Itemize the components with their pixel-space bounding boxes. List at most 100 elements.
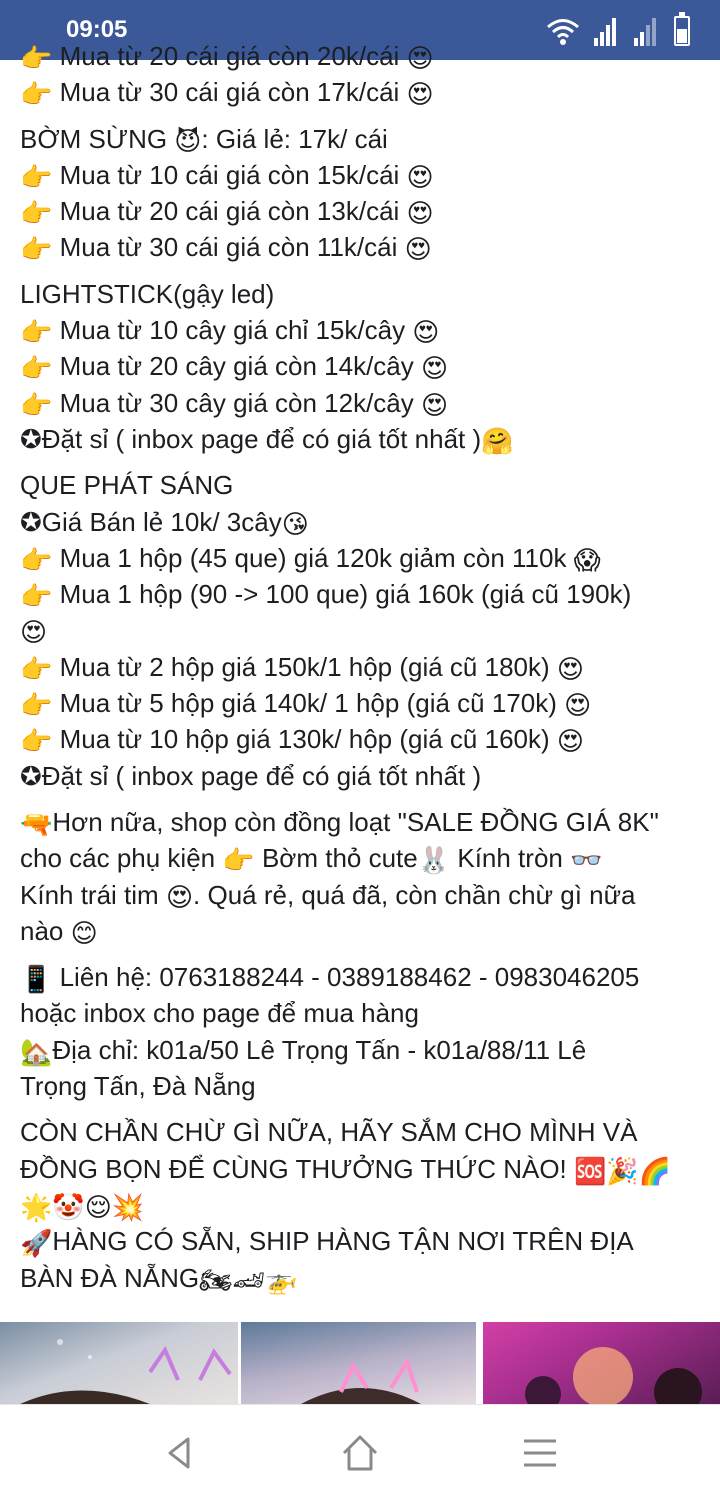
emoji-icon: 😍: [564, 690, 592, 721]
post-paragraph: 👉 Mua từ 20 cái giá còn 20k/cái 😍 👉 Mua t…: [20, 38, 710, 111]
post-line: BỜM SỪNG 😈: Giá lẻ: 17k/ cái: [20, 121, 710, 157]
emoji-icon: 👉: [20, 161, 53, 192]
cat-ears-headband-image: [20, 1339, 232, 1404]
post-line: 👉 Mua từ 30 cái giá còn 17k/cái 😍: [20, 74, 710, 110]
emoji-icon: 😍: [406, 198, 434, 229]
post-text-segment: Mua từ 30 cây giá còn 12k/cây: [52, 387, 421, 418]
post-line: 👉 Mua từ 20 cây giá còn 14k/cây 😍: [20, 348, 710, 384]
post-line: 🏡Địa chỉ: k01a/50 Lê Trọng Tấn - k01a/88…: [20, 1032, 710, 1068]
post-line: nào 😊: [20, 913, 710, 949]
post-text-segment: hoặc inbox cho page để mua hàng: [20, 998, 419, 1029]
photo-thumbnail[interactable]: [241, 1322, 476, 1404]
post-paragraph: 📱 Liên hệ: 0763188244 - 0389188462 - 098…: [20, 959, 710, 1104]
emoji-icon: 🏎: [232, 1264, 266, 1295]
post-paragraph: 🔫Hơn nữa, shop còn đồng loạt "SALE ĐỒNG …: [20, 804, 710, 949]
post-line: ✪Đặt sỉ ( inbox page để có giá tốt nhất …: [20, 758, 710, 794]
emoji-icon: 🌟: [20, 1191, 53, 1222]
emoji-icon: 🏍: [199, 1264, 233, 1295]
post-text-segment: HÀNG CÓ SẴN, SHIP HÀNG TẬN NƠI TRÊN ĐỊA: [52, 1226, 634, 1257]
emoji-icon: 👉: [20, 317, 53, 348]
post-paragraph: BỜM SỪNG 😈: Giá lẻ: 17k/ cái 👉 Mua từ 10 …: [20, 121, 710, 266]
post-line: 👉 Mua từ 10 hộp giá 130k/ hộp (giá cũ 16…: [20, 721, 710, 757]
post-paragraph: LIGHTSTICK(gậy led) 👉 Mua từ 10 cây giá c…: [20, 276, 710, 457]
post-line: 🌟🤡😌💥: [20, 1187, 710, 1223]
emoji-icon: 😌: [84, 1191, 112, 1222]
post-line: hoặc inbox cho page để mua hàng: [20, 995, 710, 1031]
emoji-icon: 😍: [20, 617, 48, 648]
emoji-icon: 👉: [20, 581, 53, 612]
emoji-icon: 😈: [174, 125, 202, 156]
post-line: 👉 Mua 1 hộp (45 que) giá 120k giảm còn 1…: [20, 540, 710, 576]
emoji-icon: 😘: [281, 508, 309, 539]
emoji-icon: 😍: [406, 43, 434, 73]
post-text-segment: Mua từ 20 cái giá còn 20k/cái: [52, 41, 407, 71]
post-line: 😍: [20, 612, 710, 648]
emoji-icon: 🔫: [20, 808, 53, 839]
post-text-segment: Kính tròn: [450, 843, 571, 874]
post-line: 👉 Mua 1 hộp (90 -> 100 que) giá 160k (gi…: [20, 576, 710, 612]
android-nav-bar: [0, 1404, 720, 1501]
emoji-icon: 👉: [222, 845, 255, 876]
post-line: 🔫Hơn nữa, shop còn đồng loạt "SALE ĐỒNG …: [20, 804, 710, 840]
emoji-icon: 👉: [20, 389, 53, 420]
post-line: CÒN CHẦN CHỪ GÌ NỮA, HÃY SẮM CHO MÌNH VÀ: [20, 1114, 710, 1150]
post-text-segment: Mua 1 hộp (90 -> 100 que) giá 160k (giá …: [52, 579, 632, 610]
post-text-segment: Mua từ 10 cây giá chỉ 15k/cây: [52, 315, 413, 346]
post-line: 🚀HÀNG CÓ SẴN, SHIP HÀNG TẬN NƠI TRÊN ĐỊA: [20, 1223, 710, 1259]
post-text-segment: CÒN CHẦN CHỪ GÌ NỮA, HÃY SẮM CHO MÌNH VÀ: [20, 1117, 638, 1148]
emoji-icon: 🌈: [638, 1155, 672, 1186]
post-line: 👉 Mua từ 10 cái giá còn 15k/cái 😍: [20, 157, 710, 193]
post-text-segment: . Quá rẻ, quá đã, còn chần chừ gì nữa: [193, 879, 636, 910]
emoji-icon: 👉: [20, 544, 53, 575]
post-text-segment: nào: [20, 915, 71, 946]
post-line: QUE PHÁT SÁNG: [20, 467, 710, 503]
menu-icon[interactable]: [518, 1431, 562, 1475]
post-text-segment: Mua từ 10 cái giá còn 15k/cái: [52, 159, 407, 190]
emoji-icon: 📱: [20, 964, 53, 995]
emoji-icon: 👉: [20, 653, 53, 684]
post-line: Trọng Tấn, Đà Nẵng: [20, 1068, 710, 1104]
post-text-segment: QUE PHÁT SÁNG: [20, 470, 234, 501]
post-text-segment: Mua từ 20 cái giá còn 13k/cái: [52, 196, 407, 227]
emoji-icon: 👉: [20, 198, 53, 229]
post-text-segment: Liên hệ: 0763188244 - 0389188462 - 09830…: [52, 962, 640, 993]
emoji-icon: 😱: [573, 544, 601, 575]
emoji-icon: 😍: [420, 353, 449, 384]
post-text-segment: Mua từ 30 cái giá còn 17k/cái: [52, 77, 407, 108]
post-paragraph: QUE PHÁT SÁNG ✪Giá Bán lẻ 10k/ 3cây😘 👉 Mua…: [20, 467, 710, 794]
party-lights-image: [525, 1347, 702, 1404]
emoji-icon: 😍: [556, 726, 584, 757]
post-line: Kính trái tim 😍. Quá rẻ, quá đã, còn chầ…: [20, 877, 710, 913]
post-text-segment: Mua từ 30 cái giá còn 11k/cái: [52, 232, 405, 263]
emoji-icon: 🤗: [481, 425, 514, 456]
post-line: ✪Đặt sỉ ( inbox page để có giá tốt nhất …: [20, 421, 710, 457]
post-text-segment: Bờm thỏ cute: [254, 843, 418, 874]
emoji-icon: 👉: [20, 690, 53, 721]
photo-strip[interactable]: [0, 1322, 720, 1404]
photo-thumbnail[interactable]: [483, 1322, 720, 1404]
emoji-icon: 😍: [420, 389, 449, 420]
post-text-segment: Mua từ 10 hộp giá 130k/ hộp (giá cũ 160k…: [52, 724, 557, 755]
post-line: 👉 Mua từ 2 hộp giá 150k/1 hộp (giá cũ 18…: [20, 649, 710, 685]
post-line: BÀN ĐÀ NẴNG🏍🏎🚁: [20, 1260, 710, 1296]
post-line: 👉 Mua từ 5 hộp giá 140k/ 1 hộp (giá cũ 1…: [20, 685, 710, 721]
post-text-segment: Mua từ 2 hộp giá 150k/1 hộp (giá cũ 180k…: [52, 651, 557, 682]
emoji-icon: 😍: [406, 161, 434, 192]
emoji-icon: 🎉: [606, 1155, 639, 1186]
emoji-icon: 👉: [20, 726, 53, 757]
emoji-icon: 👉: [20, 234, 53, 265]
photo-thumbnail[interactable]: [0, 1322, 238, 1404]
post-text-segment: Kính trái tim: [20, 879, 166, 910]
home-icon[interactable]: [338, 1431, 382, 1475]
post-text-segment: Trọng Tấn, Đà Nẵng: [20, 1071, 256, 1102]
emoji-icon: 🆘: [574, 1155, 607, 1186]
post-line: 👉 Mua từ 30 cái giá còn 11k/cái 😍: [20, 229, 710, 265]
back-icon[interactable]: [158, 1431, 202, 1475]
post-text-segment: : Giá lẻ: 17k/ cái: [201, 123, 388, 154]
post-line: 👉 Mua từ 10 cây giá chỉ 15k/cây 😍: [20, 312, 710, 348]
emoji-icon: 😊: [70, 917, 98, 948]
emoji-icon: 👉: [20, 353, 53, 384]
post-line: 👉 Mua từ 30 cây giá còn 12k/cây 😍: [20, 385, 710, 421]
emoji-icon: 😍: [404, 234, 432, 265]
emoji-icon: 🤡: [52, 1191, 85, 1222]
